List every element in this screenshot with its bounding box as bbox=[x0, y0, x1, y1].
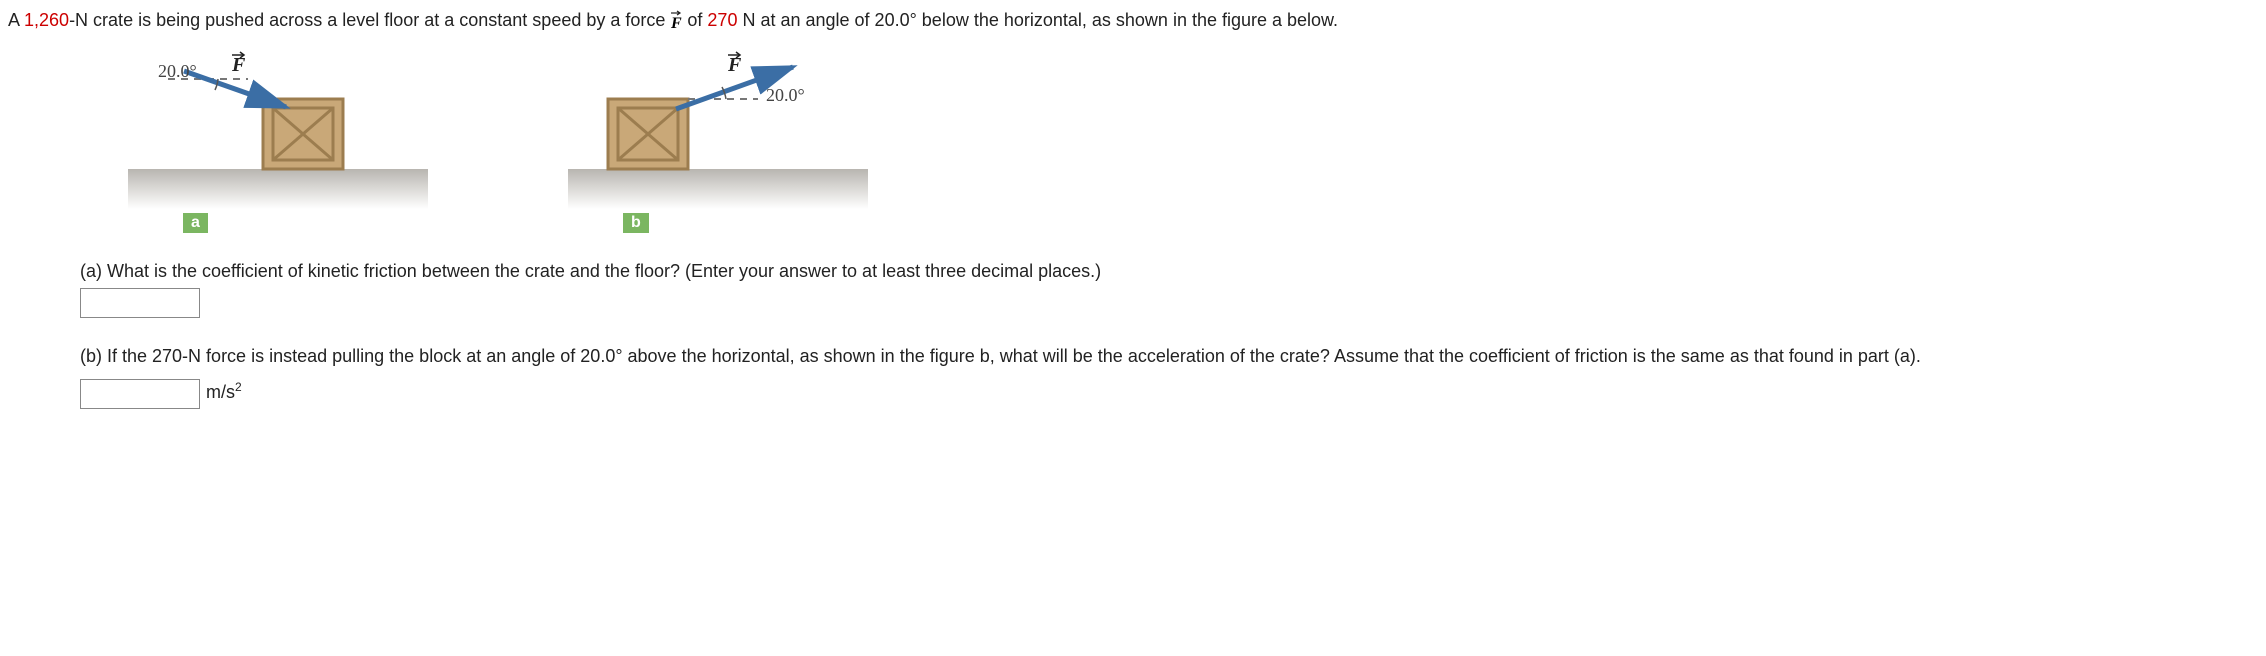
figures-row: 20.0° F a bbox=[128, 49, 2258, 233]
crate-icon bbox=[263, 99, 343, 169]
text-pre: A bbox=[8, 10, 24, 30]
angle-label-b: 20.0° bbox=[766, 85, 805, 105]
force-arrow-icon bbox=[184, 71, 286, 107]
figure-b-tag: b bbox=[623, 213, 649, 233]
svg-text:F: F bbox=[670, 15, 682, 30]
force-vector-symbol: F bbox=[670, 10, 682, 30]
angle-label-a: 20.0° bbox=[158, 61, 197, 81]
force-label-a: F bbox=[231, 52, 246, 76]
text-mid1: -N crate is being pushed across a level … bbox=[69, 10, 670, 30]
figure-a-tag: a bbox=[183, 213, 208, 233]
part-a: (a) What is the coefficient of kinetic f… bbox=[80, 261, 2180, 318]
crate-icon bbox=[608, 99, 688, 169]
part-b: (b) If the 270-N force is instead pullin… bbox=[80, 346, 2180, 409]
crate-weight: 1,260 bbox=[24, 10, 69, 30]
text-mid3: N at an angle of 20.0° below the horizon… bbox=[737, 10, 1338, 30]
part-a-question: (a) What is the coefficient of kinetic f… bbox=[80, 261, 2180, 282]
part-a-answer-input[interactable] bbox=[80, 288, 200, 318]
svg-text:F: F bbox=[231, 54, 246, 76]
part-b-answer-input[interactable] bbox=[80, 379, 200, 409]
part-b-unit: m/s2 bbox=[206, 380, 242, 403]
figure-b: 20.0° F b bbox=[568, 49, 868, 233]
svg-text:F: F bbox=[727, 54, 742, 76]
figure-a: 20.0° F a bbox=[128, 49, 428, 233]
text-mid2: of bbox=[682, 10, 707, 30]
figure-a-svg: 20.0° F bbox=[128, 49, 428, 209]
figure-b-svg: 20.0° F bbox=[568, 49, 868, 209]
force-label-b: F bbox=[727, 52, 742, 76]
force-magnitude: 270 bbox=[707, 10, 737, 30]
problem-statement: A 1,260-N crate is being pushed across a… bbox=[8, 10, 2258, 31]
part-b-question: (b) If the 270-N force is instead pullin… bbox=[80, 346, 2180, 367]
